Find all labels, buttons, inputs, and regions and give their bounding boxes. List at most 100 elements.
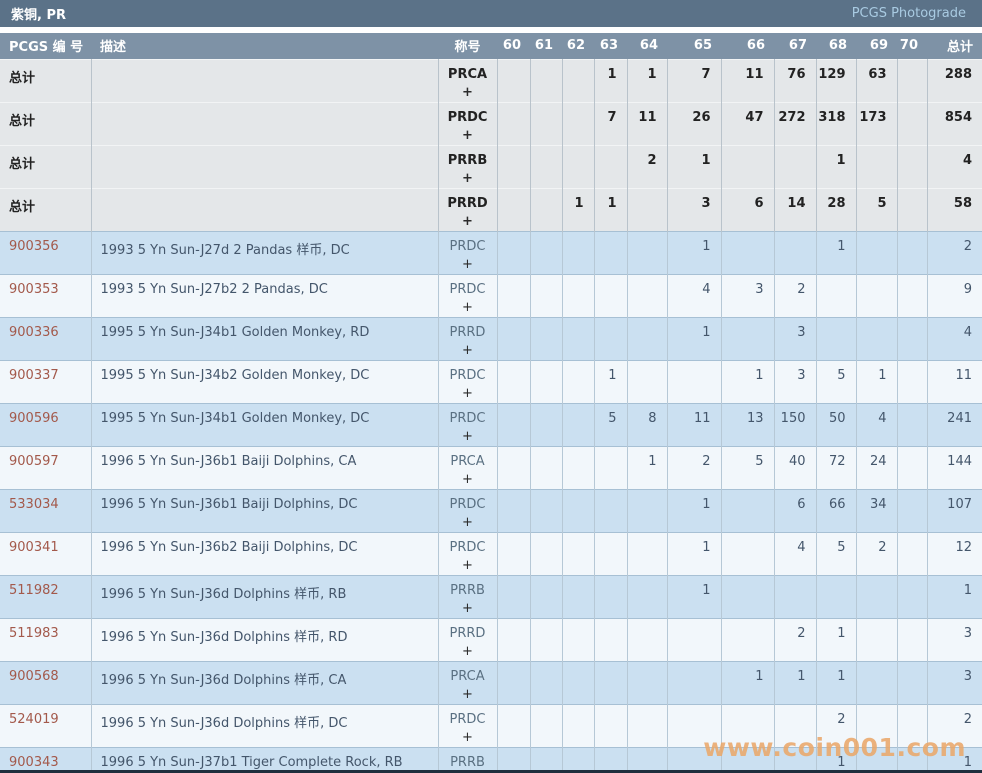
grade-68-cell: 1 [816, 618, 856, 661]
designation-code: PRCA [439, 453, 497, 471]
header-grade-68: 68 [816, 33, 856, 59]
designation-cell: PRRD+ [438, 317, 497, 360]
pcgs-number-link[interactable]: 900597 [9, 454, 59, 469]
grade-62-cell [562, 575, 594, 618]
grade-62-cell [562, 618, 594, 661]
grade-65-cell: 1 [667, 489, 721, 532]
grade-69-cell: 4 [856, 403, 897, 446]
grade-61-cell [530, 102, 562, 145]
description-cell: 1996 5 Yn Sun-J36d Dolphins 样币, CA [91, 661, 438, 704]
designation-cell: PRCA+ [438, 661, 497, 704]
table-row: 9003561993 5 Yn Sun-J27d 2 Pandas 样币, DC… [0, 231, 982, 274]
row-total-cell: 58 [927, 188, 982, 231]
grade-68-cell [816, 317, 856, 360]
designation-code: PRDC [439, 711, 497, 729]
grade-64-cell [627, 360, 667, 403]
grade-63-cell: 1 [594, 188, 627, 231]
pcgs-number-link[interactable]: 900336 [9, 325, 59, 340]
grade-65-cell: 1 [667, 231, 721, 274]
header-grade-61: 61 [530, 33, 562, 59]
header-grade-60: 60 [497, 33, 530, 59]
grade-66-cell: 13 [721, 403, 774, 446]
grade-70-cell [897, 704, 927, 747]
description-cell: 1996 5 Yn Sun-J36b1 Baiji Dolphins, CA [91, 446, 438, 489]
total-row: 总计PRDC+7112647272318173854 [0, 102, 982, 145]
grade-64-cell [627, 188, 667, 231]
grade-63-cell [594, 532, 627, 575]
grade-66-cell [721, 618, 774, 661]
pcgs-number-link[interactable]: 900343 [9, 755, 59, 770]
grade-70-cell [897, 102, 927, 145]
grade-62-cell [562, 661, 594, 704]
total-row: 总计PRRD+11361428558 [0, 188, 982, 231]
pcgs-number-link[interactable]: 900341 [9, 540, 59, 555]
grade-65-cell: 1 [667, 317, 721, 360]
grade-60-cell [497, 274, 530, 317]
grade-61-cell [530, 532, 562, 575]
photograde-link[interactable]: PCGS Photograde [852, 6, 966, 21]
pcgs-number-link[interactable]: 533034 [9, 497, 59, 512]
pcgs-number-cell: 900356 [0, 231, 91, 274]
population-table: PCGS 编 号 描述 称号 60 61 62 63 64 65 66 67 6… [0, 33, 982, 773]
grade-68-cell: 28 [816, 188, 856, 231]
grade-68-cell: 1 [816, 145, 856, 188]
grade-62-cell [562, 317, 594, 360]
grade-69-cell [856, 231, 897, 274]
grade-67-cell: 2 [774, 274, 816, 317]
grade-66-cell: 5 [721, 446, 774, 489]
grade-66-cell: 1 [721, 661, 774, 704]
pcgs-number-link[interactable]: 511983 [9, 626, 59, 641]
pcgs-number-cell: 511982 [0, 575, 91, 618]
grade-66-cell [721, 489, 774, 532]
row-total-cell: 11 [927, 360, 982, 403]
grade-67-cell: 76 [774, 59, 816, 102]
designation-code: PRCA [439, 668, 497, 686]
designation-cell: PRCA+ [438, 59, 497, 102]
pcgs-number-cell: 900568 [0, 661, 91, 704]
designation-cell: PRDC+ [438, 274, 497, 317]
designation-cell: PRRD+ [438, 188, 497, 231]
description-cell [91, 102, 438, 145]
pcgs-number-link[interactable]: 900356 [9, 239, 59, 254]
pcgs-number-link[interactable]: 900353 [9, 282, 59, 297]
grade-67-cell: 40 [774, 446, 816, 489]
pcgs-number-cell: 900597 [0, 446, 91, 489]
grade-61-cell [530, 188, 562, 231]
grade-66-cell [721, 231, 774, 274]
pcgs-number-cell: 900337 [0, 360, 91, 403]
pcgs-number-cell: 总计 [0, 102, 91, 145]
designation-code: PRDC [439, 281, 497, 299]
header-pcgs-number: PCGS 编 号 [0, 33, 91, 59]
pcgs-number-link[interactable]: 900337 [9, 368, 59, 383]
grade-62-cell [562, 532, 594, 575]
grade-64-cell [627, 661, 667, 704]
designation-cell: PRDC+ [438, 489, 497, 532]
grade-69-cell: 34 [856, 489, 897, 532]
designation-cell: PRRD+ [438, 618, 497, 661]
grade-63-cell: 1 [594, 360, 627, 403]
pcgs-number-link[interactable]: 524019 [9, 712, 59, 727]
pcgs-number-link[interactable]: 900568 [9, 669, 59, 684]
grade-65-cell: 1 [667, 575, 721, 618]
pcgs-number-link[interactable]: 900596 [9, 411, 59, 426]
grade-68-cell: 1 [816, 231, 856, 274]
grade-68-cell: 318 [816, 102, 856, 145]
grade-70-cell [897, 489, 927, 532]
description-cell: 1995 5 Yn Sun-J34b1 Golden Monkey, DC [91, 403, 438, 446]
grade-70-cell [897, 618, 927, 661]
grade-66-cell [721, 532, 774, 575]
designation-plus: + [439, 213, 497, 231]
designation-cell: PRDC+ [438, 532, 497, 575]
grade-64-cell [627, 274, 667, 317]
grade-66-cell [721, 317, 774, 360]
description-cell [91, 145, 438, 188]
pcgs-number-link[interactable]: 511982 [9, 583, 59, 598]
grade-63-cell: 7 [594, 102, 627, 145]
designation-plus: + [439, 127, 497, 145]
grade-68-cell: 5 [816, 532, 856, 575]
grade-70-cell [897, 145, 927, 188]
description-cell: 1995 5 Yn Sun-J34b1 Golden Monkey, RD [91, 317, 438, 360]
table-row: 5330341996 5 Yn Sun-J36b1 Baiji Dolphins… [0, 489, 982, 532]
section-title-bar: 紫铜, PR PCGS Photograde [0, 0, 982, 27]
grade-62-cell: 1 [562, 188, 594, 231]
